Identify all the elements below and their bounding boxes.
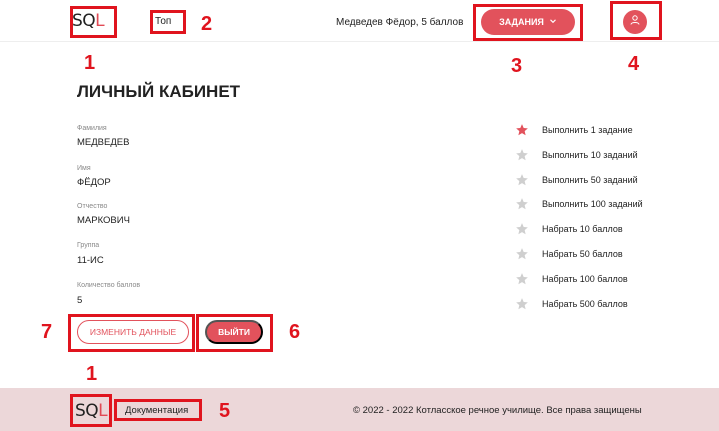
star-icon xyxy=(515,123,529,137)
annotation-number-5: 5 xyxy=(219,400,231,422)
achievement-label: Выполнить 50 заданий xyxy=(542,175,638,185)
field-value-score: 5 xyxy=(77,295,83,306)
achievement-item: Выполнить 1 задание xyxy=(515,122,695,138)
user-name-score: Медведев Фёдор, 5 баллов xyxy=(336,17,464,28)
achievement-item: Набрать 100 баллов xyxy=(515,271,695,287)
achievement-label: Выполнить 100 заданий xyxy=(542,199,643,209)
achievement-label: Набрать 500 баллов xyxy=(542,299,628,309)
field-value-group: 11-ИС xyxy=(77,255,104,266)
field-value-patronymic: МАРКОВИЧ xyxy=(77,215,130,226)
star-icon xyxy=(515,222,529,236)
annotation-box-edit xyxy=(68,314,195,352)
star-icon xyxy=(515,247,529,261)
achievement-item: Выполнить 100 заданий xyxy=(515,196,695,212)
annotation-box-top-link xyxy=(150,10,186,34)
annotation-box-profile xyxy=(610,1,662,40)
field-label-name: Имя xyxy=(77,165,91,172)
star-icon xyxy=(515,173,529,187)
achievement-label: Набрать 50 баллов xyxy=(542,249,623,259)
annotation-number-7: 7 xyxy=(41,321,53,343)
achievement-label: Выполнить 10 заданий xyxy=(542,150,638,160)
annotation-number-4: 4 xyxy=(628,53,640,75)
annotation-number-1: 1 xyxy=(84,52,96,74)
achievement-item: Набрать 50 баллов xyxy=(515,246,695,262)
annotation-box-footer-logo xyxy=(70,394,112,427)
copyright-text: © 2022 - 2022 Котласское речное училище.… xyxy=(353,405,642,416)
field-label-group: Группа xyxy=(77,242,100,249)
achievement-item: Набрать 500 баллов xyxy=(515,296,695,312)
field-value-surname: МЕДВЕДЕВ xyxy=(77,137,130,148)
achievement-item: Набрать 10 баллов xyxy=(515,221,695,237)
field-label-patronymic: Отчество xyxy=(77,203,108,210)
annotation-number-6: 6 xyxy=(289,321,301,343)
annotation-number-2: 2 xyxy=(201,13,213,35)
achievement-label: Набрать 10 баллов xyxy=(542,224,623,234)
field-label-surname: Фамилия xyxy=(77,125,107,132)
field-label-score: Количество баллов xyxy=(77,282,141,289)
star-icon xyxy=(515,297,529,311)
field-value-name: ФЁДОР xyxy=(77,177,111,188)
star-icon xyxy=(515,148,529,162)
annotation-box-doc xyxy=(114,399,202,421)
annotation-box-tasks xyxy=(473,4,583,41)
achievement-item: Выполнить 10 заданий xyxy=(515,147,695,163)
annotation-number-1-footer: 1 xyxy=(86,363,98,385)
annotation-box-logo xyxy=(70,6,117,38)
achievement-label: Выполнить 1 задание xyxy=(542,125,633,135)
achievement-item: Выполнить 50 заданий xyxy=(515,172,695,188)
achievement-label: Набрать 100 баллов xyxy=(542,274,628,284)
annotation-box-exit xyxy=(196,314,273,352)
star-icon xyxy=(515,197,529,211)
star-icon xyxy=(515,272,529,286)
page-title: ЛИЧНЫЙ КАБИНЕТ xyxy=(77,82,241,101)
annotation-number-3: 3 xyxy=(511,55,523,77)
